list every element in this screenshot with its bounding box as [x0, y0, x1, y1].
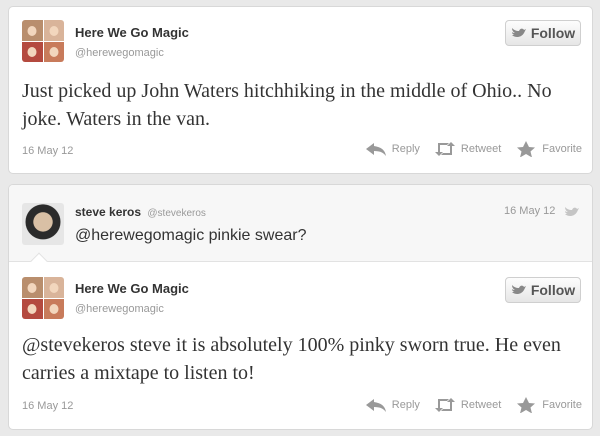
star-icon	[517, 141, 536, 157]
reply-label: Reply	[391, 399, 420, 411]
follow-label: Follow	[530, 282, 576, 298]
author-name[interactable]: steve keros @stevekeros	[75, 205, 206, 219]
reply-to-handle: @stevekeros	[147, 208, 206, 219]
reply-action[interactable]: Reply	[365, 397, 420, 413]
author-name[interactable]: Here We Go Magic	[75, 25, 189, 40]
avatar[interactable]	[22, 203, 64, 245]
reply-to-text: @herewegomagic pinkie swear?	[75, 227, 307, 244]
star-icon	[517, 397, 536, 413]
reply-icon	[365, 399, 386, 412]
bird-icon	[565, 207, 579, 217]
retweet-icon	[434, 142, 455, 156]
tweet-text: @stevekeros steve it is absolutely 100% …	[22, 334, 561, 384]
retweet-action[interactable]: Retweet	[434, 397, 501, 413]
in-reply-to-background	[9, 185, 592, 261]
favorite-action[interactable]: Favorite	[515, 141, 582, 157]
retweet-label: Retweet	[460, 399, 502, 411]
reply-action[interactable]: Reply	[365, 141, 420, 157]
conversation-card: steve keros @stevekeros 16 May 12 @herew…	[8, 184, 593, 430]
reply-icon	[365, 143, 386, 156]
favorite-action[interactable]: Favorite	[515, 397, 582, 413]
tweet-actions: Reply Retweet Favorite	[351, 141, 582, 157]
avatar[interactable]	[22, 277, 64, 319]
favorite-label: Favorite	[542, 143, 582, 155]
tweet-text: Just picked up John Waters hitchhiking i…	[22, 80, 552, 130]
author-handle[interactable]: @herewegomagic	[75, 303, 164, 315]
follow-button[interactable]: Follow	[505, 20, 581, 46]
follow-label: Follow	[530, 25, 576, 41]
tweet-card: Here We Go Magic @herewegomagic Follow J…	[8, 6, 593, 174]
divider	[9, 261, 592, 262]
retweet-label: Retweet	[460, 143, 502, 155]
reply-to-name: steve keros	[75, 205, 142, 219]
retweet-action[interactable]: Retweet	[434, 141, 501, 157]
reply-to-date[interactable]: 16 May 12	[504, 205, 555, 217]
favorite-label: Favorite	[542, 399, 582, 411]
avatar[interactable]	[22, 20, 64, 62]
reply-label: Reply	[391, 143, 420, 155]
author-name[interactable]: Here We Go Magic	[75, 281, 189, 296]
bird-icon	[511, 285, 526, 295]
tweet-actions: Reply Retweet Favorite	[351, 397, 582, 413]
bird-icon	[511, 28, 526, 38]
tweet-date[interactable]: 16 May 12	[22, 400, 73, 412]
tweet-date[interactable]: 16 May 12	[22, 145, 73, 157]
follow-button[interactable]: Follow	[505, 277, 581, 303]
author-handle[interactable]: @herewegomagic	[75, 47, 164, 59]
retweet-icon	[434, 398, 455, 412]
